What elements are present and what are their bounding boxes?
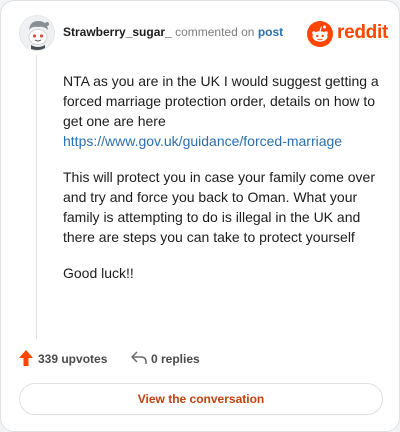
- view-conversation-button[interactable]: View the conversation: [19, 383, 383, 415]
- comment-card: Strawberry_sugar_ commented on post redd…: [0, 0, 400, 432]
- post-link[interactable]: post: [258, 25, 283, 39]
- comment-meta: Strawberry_sugar_ commented on post: [63, 25, 283, 39]
- reddit-wordmark: reddit: [337, 22, 388, 43]
- comment-body: NTA as you are in the UK I would suggest…: [63, 71, 379, 299]
- gov-uk-link[interactable]: https://www.gov.uk/guidance/forced-marri…: [63, 133, 342, 149]
- upvote-count: 339 upvotes: [38, 352, 108, 366]
- comment-paragraph-2: This will protect you in case your famil…: [63, 169, 375, 245]
- comment-actions: 339 upvotes 0 replies: [19, 349, 319, 369]
- commented-on-text: commented on: [175, 25, 255, 39]
- upvote-arrow-icon[interactable]: [19, 350, 33, 366]
- comment-paragraph-3: Good luck!!: [63, 265, 134, 281]
- comment-paragraph-1-text: NTA as you are in the UK I would suggest…: [63, 73, 379, 129]
- comment-paragraph-1: NTA as you are in the UK I would suggest…: [63, 71, 379, 151]
- reply-count: 0 replies: [151, 352, 200, 366]
- comment-header: Strawberry_sugar_ commented on post redd…: [19, 15, 388, 55]
- reply-arrow-icon[interactable]: [131, 351, 147, 365]
- user-avatar[interactable]: [19, 15, 55, 51]
- reddit-snoo-icon: [307, 21, 333, 47]
- reddit-logo[interactable]: reddit: [307, 21, 388, 47]
- thread-line: [36, 55, 37, 339]
- username-link[interactable]: Strawberry_sugar_: [63, 25, 172, 39]
- snoo-avatar-icon: [20, 16, 54, 50]
